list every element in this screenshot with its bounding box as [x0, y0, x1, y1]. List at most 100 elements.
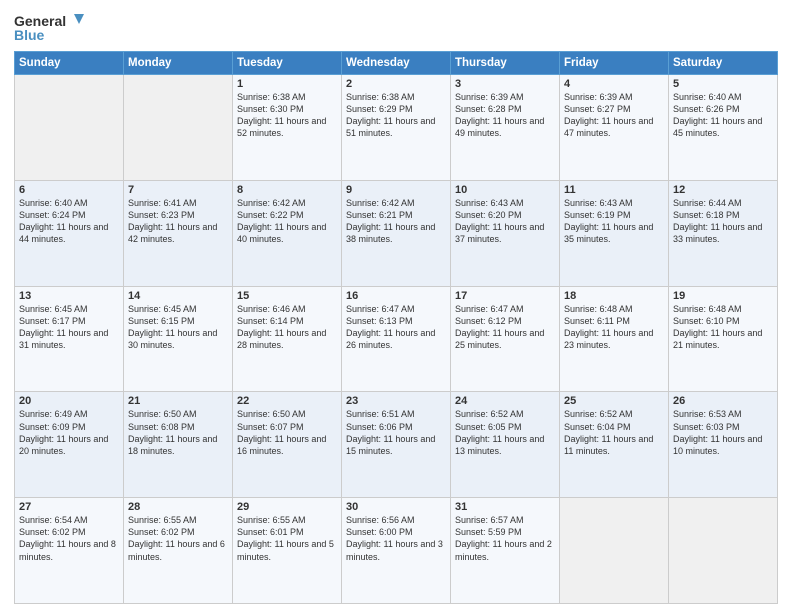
day-cell: 11Sunrise: 6:43 AM Sunset: 6:19 PM Dayli… — [560, 180, 669, 286]
day-info: Sunrise: 6:48 AM Sunset: 6:10 PM Dayligh… — [673, 303, 773, 352]
day-number: 1 — [237, 78, 337, 90]
day-number: 22 — [237, 395, 337, 407]
day-info: Sunrise: 6:49 AM Sunset: 6:09 PM Dayligh… — [19, 408, 119, 457]
day-cell: 27Sunrise: 6:54 AM Sunset: 6:02 PM Dayli… — [15, 498, 124, 604]
day-info: Sunrise: 6:39 AM Sunset: 6:28 PM Dayligh… — [455, 91, 555, 140]
day-cell: 2Sunrise: 6:38 AM Sunset: 6:29 PM Daylig… — [342, 75, 451, 181]
logo: General Blue — [14, 10, 84, 45]
day-number: 21 — [128, 395, 228, 407]
day-header-tuesday: Tuesday — [233, 52, 342, 75]
day-number: 31 — [455, 501, 555, 513]
svg-text:Blue: Blue — [14, 27, 45, 43]
day-info: Sunrise: 6:48 AM Sunset: 6:11 PM Dayligh… — [564, 303, 664, 352]
day-number: 11 — [564, 184, 664, 196]
day-number: 20 — [19, 395, 119, 407]
day-info: Sunrise: 6:42 AM Sunset: 6:21 PM Dayligh… — [346, 197, 446, 246]
day-number: 14 — [128, 290, 228, 302]
day-cell: 4Sunrise: 6:39 AM Sunset: 6:27 PM Daylig… — [560, 75, 669, 181]
day-header-row: SundayMondayTuesdayWednesdayThursdayFrid… — [15, 52, 778, 75]
day-info: Sunrise: 6:38 AM Sunset: 6:30 PM Dayligh… — [237, 91, 337, 140]
day-cell: 26Sunrise: 6:53 AM Sunset: 6:03 PM Dayli… — [669, 392, 778, 498]
week-row-4: 20Sunrise: 6:49 AM Sunset: 6:09 PM Dayli… — [15, 392, 778, 498]
day-info: Sunrise: 6:40 AM Sunset: 6:24 PM Dayligh… — [19, 197, 119, 246]
day-info: Sunrise: 6:47 AM Sunset: 6:13 PM Dayligh… — [346, 303, 446, 352]
day-cell: 15Sunrise: 6:46 AM Sunset: 6:14 PM Dayli… — [233, 286, 342, 392]
day-info: Sunrise: 6:52 AM Sunset: 6:04 PM Dayligh… — [564, 408, 664, 457]
day-info: Sunrise: 6:45 AM Sunset: 6:15 PM Dayligh… — [128, 303, 228, 352]
day-cell: 24Sunrise: 6:52 AM Sunset: 6:05 PM Dayli… — [451, 392, 560, 498]
calendar-table: SundayMondayTuesdayWednesdayThursdayFrid… — [14, 51, 778, 604]
day-cell: 5Sunrise: 6:40 AM Sunset: 6:26 PM Daylig… — [669, 75, 778, 181]
day-number: 29 — [237, 501, 337, 513]
day-cell: 30Sunrise: 6:56 AM Sunset: 6:00 PM Dayli… — [342, 498, 451, 604]
day-cell — [15, 75, 124, 181]
day-info: Sunrise: 6:55 AM Sunset: 6:01 PM Dayligh… — [237, 514, 337, 563]
day-number: 10 — [455, 184, 555, 196]
day-info: Sunrise: 6:44 AM Sunset: 6:18 PM Dayligh… — [673, 197, 773, 246]
week-row-5: 27Sunrise: 6:54 AM Sunset: 6:02 PM Dayli… — [15, 498, 778, 604]
day-number: 12 — [673, 184, 773, 196]
week-row-3: 13Sunrise: 6:45 AM Sunset: 6:17 PM Dayli… — [15, 286, 778, 392]
day-info: Sunrise: 6:52 AM Sunset: 6:05 PM Dayligh… — [455, 408, 555, 457]
day-info: Sunrise: 6:56 AM Sunset: 6:00 PM Dayligh… — [346, 514, 446, 563]
day-header-sunday: Sunday — [15, 52, 124, 75]
day-cell: 10Sunrise: 6:43 AM Sunset: 6:20 PM Dayli… — [451, 180, 560, 286]
day-info: Sunrise: 6:39 AM Sunset: 6:27 PM Dayligh… — [564, 91, 664, 140]
day-info: Sunrise: 6:53 AM Sunset: 6:03 PM Dayligh… — [673, 408, 773, 457]
day-info: Sunrise: 6:43 AM Sunset: 6:19 PM Dayligh… — [564, 197, 664, 246]
day-cell: 19Sunrise: 6:48 AM Sunset: 6:10 PM Dayli… — [669, 286, 778, 392]
day-cell: 25Sunrise: 6:52 AM Sunset: 6:04 PM Dayli… — [560, 392, 669, 498]
day-cell: 8Sunrise: 6:42 AM Sunset: 6:22 PM Daylig… — [233, 180, 342, 286]
day-cell: 18Sunrise: 6:48 AM Sunset: 6:11 PM Dayli… — [560, 286, 669, 392]
day-cell: 12Sunrise: 6:44 AM Sunset: 6:18 PM Dayli… — [669, 180, 778, 286]
day-number: 3 — [455, 78, 555, 90]
day-info: Sunrise: 6:41 AM Sunset: 6:23 PM Dayligh… — [128, 197, 228, 246]
header: General Blue — [14, 10, 778, 45]
day-cell — [669, 498, 778, 604]
day-number: 6 — [19, 184, 119, 196]
day-number: 24 — [455, 395, 555, 407]
day-cell: 21Sunrise: 6:50 AM Sunset: 6:08 PM Dayli… — [124, 392, 233, 498]
day-info: Sunrise: 6:43 AM Sunset: 6:20 PM Dayligh… — [455, 197, 555, 246]
day-header-thursday: Thursday — [451, 52, 560, 75]
logo-svg: General Blue — [14, 10, 84, 45]
day-cell: 23Sunrise: 6:51 AM Sunset: 6:06 PM Dayli… — [342, 392, 451, 498]
day-cell: 17Sunrise: 6:47 AM Sunset: 6:12 PM Dayli… — [451, 286, 560, 392]
page: General Blue SundayMondayTuesdayWednesda… — [0, 0, 792, 612]
day-number: 25 — [564, 395, 664, 407]
day-number: 19 — [673, 290, 773, 302]
day-number: 18 — [564, 290, 664, 302]
day-info: Sunrise: 6:40 AM Sunset: 6:26 PM Dayligh… — [673, 91, 773, 140]
day-info: Sunrise: 6:55 AM Sunset: 6:02 PM Dayligh… — [128, 514, 228, 563]
day-header-monday: Monday — [124, 52, 233, 75]
week-row-2: 6Sunrise: 6:40 AM Sunset: 6:24 PM Daylig… — [15, 180, 778, 286]
day-number: 15 — [237, 290, 337, 302]
day-info: Sunrise: 6:46 AM Sunset: 6:14 PM Dayligh… — [237, 303, 337, 352]
day-number: 2 — [346, 78, 446, 90]
day-number: 30 — [346, 501, 446, 513]
day-number: 16 — [346, 290, 446, 302]
day-cell: 9Sunrise: 6:42 AM Sunset: 6:21 PM Daylig… — [342, 180, 451, 286]
day-cell: 31Sunrise: 6:57 AM Sunset: 5:59 PM Dayli… — [451, 498, 560, 604]
day-cell: 3Sunrise: 6:39 AM Sunset: 6:28 PM Daylig… — [451, 75, 560, 181]
day-cell: 7Sunrise: 6:41 AM Sunset: 6:23 PM Daylig… — [124, 180, 233, 286]
day-number: 9 — [346, 184, 446, 196]
day-info: Sunrise: 6:57 AM Sunset: 5:59 PM Dayligh… — [455, 514, 555, 563]
day-cell: 29Sunrise: 6:55 AM Sunset: 6:01 PM Dayli… — [233, 498, 342, 604]
day-info: Sunrise: 6:47 AM Sunset: 6:12 PM Dayligh… — [455, 303, 555, 352]
day-cell: 14Sunrise: 6:45 AM Sunset: 6:15 PM Dayli… — [124, 286, 233, 392]
day-info: Sunrise: 6:50 AM Sunset: 6:08 PM Dayligh… — [128, 408, 228, 457]
day-cell: 22Sunrise: 6:50 AM Sunset: 6:07 PM Dayli… — [233, 392, 342, 498]
day-cell: 1Sunrise: 6:38 AM Sunset: 6:30 PM Daylig… — [233, 75, 342, 181]
day-number: 5 — [673, 78, 773, 90]
day-header-saturday: Saturday — [669, 52, 778, 75]
day-cell — [560, 498, 669, 604]
day-info: Sunrise: 6:51 AM Sunset: 6:06 PM Dayligh… — [346, 408, 446, 457]
day-number: 13 — [19, 290, 119, 302]
day-number: 8 — [237, 184, 337, 196]
day-number: 27 — [19, 501, 119, 513]
day-number: 4 — [564, 78, 664, 90]
day-info: Sunrise: 6:54 AM Sunset: 6:02 PM Dayligh… — [19, 514, 119, 563]
day-cell: 13Sunrise: 6:45 AM Sunset: 6:17 PM Dayli… — [15, 286, 124, 392]
day-cell — [124, 75, 233, 181]
